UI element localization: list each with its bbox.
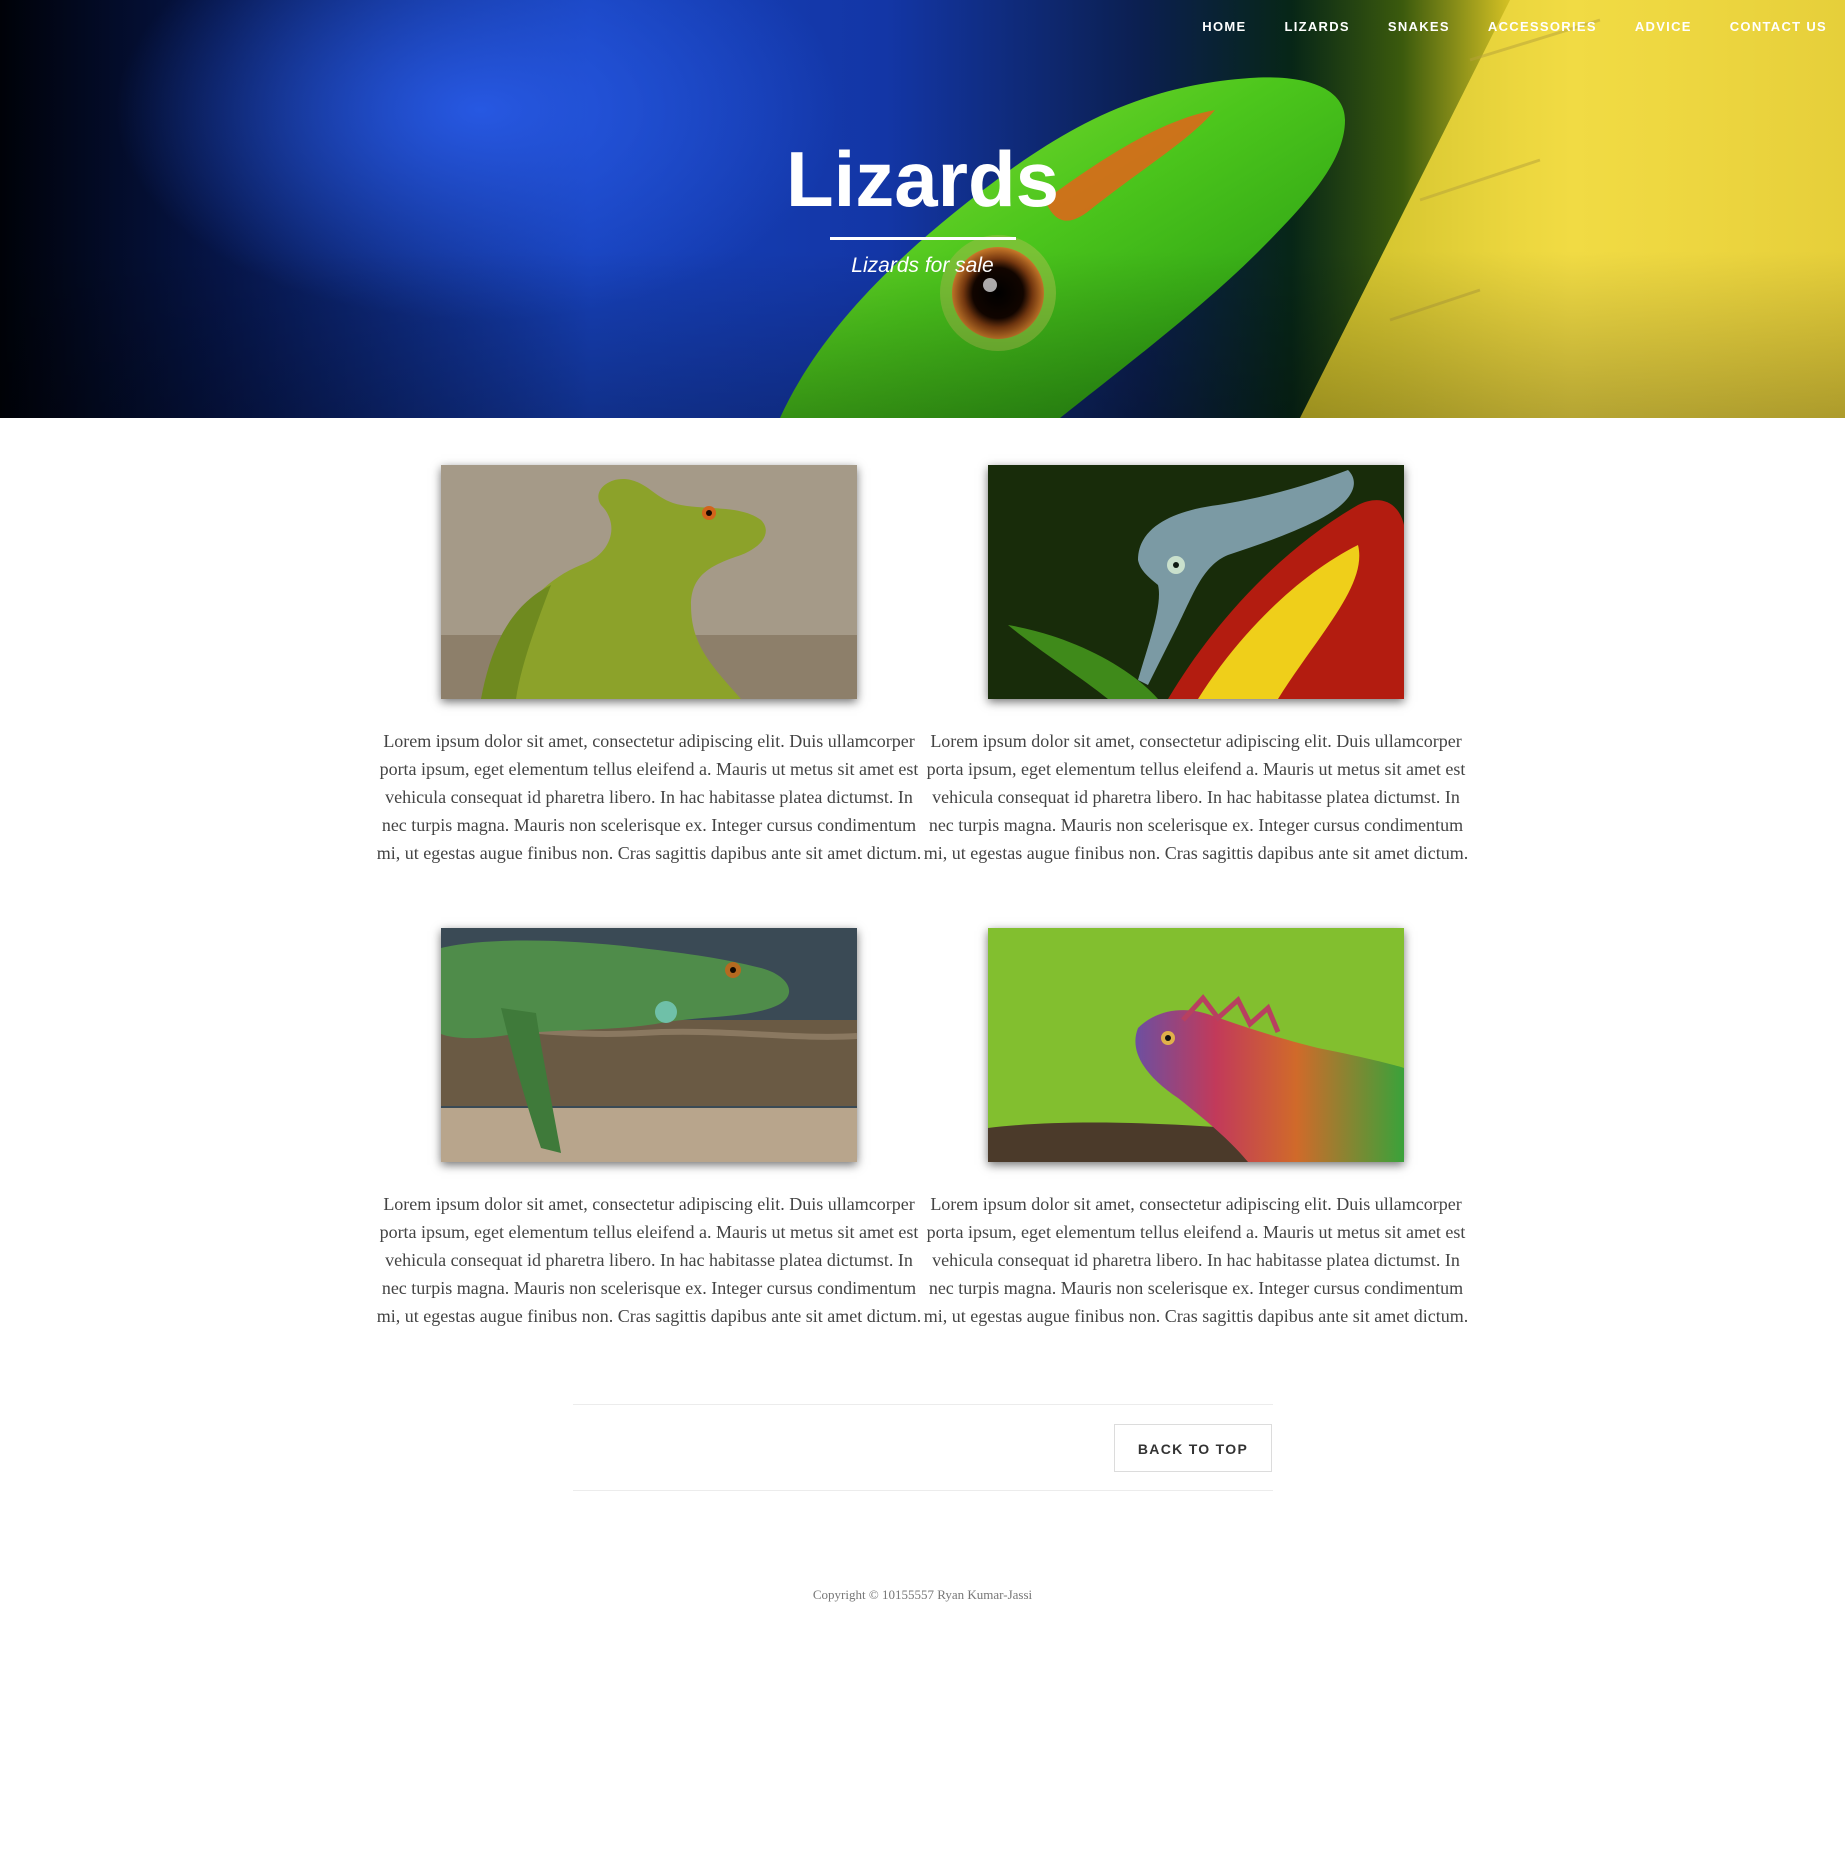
divider-top xyxy=(573,1404,1273,1405)
nav-home[interactable]: HOME xyxy=(1202,18,1246,36)
nav-accessories[interactable]: ACCESSORIES xyxy=(1488,18,1597,36)
lizard-description: Lorem ipsum dolor sit amet, consectetur … xyxy=(923,1194,1469,1326)
title-divider xyxy=(830,237,1016,240)
divider-bottom xyxy=(573,1490,1273,1491)
lizard-image-basilisk xyxy=(441,465,857,699)
nav-advice[interactable]: ADVICE xyxy=(1635,18,1692,36)
lizard-description: Lorem ipsum dolor sit amet, consectetur … xyxy=(376,1194,922,1326)
page-title: Lizards xyxy=(785,135,1060,223)
lizard-description: Lorem ipsum dolor sit amet, consectetur … xyxy=(376,731,922,863)
nav-lizards[interactable]: LIZARDS xyxy=(1284,18,1349,36)
page-subtitle: Lizards for sale xyxy=(851,254,994,277)
lizard-image-chameleon xyxy=(988,465,1404,699)
lizard-image-iguana xyxy=(441,928,857,1162)
hero-banner: HOME LIZARDS SNAKES ACCESSORIES ADVICE C… xyxy=(0,0,1845,418)
copyright-text: Copyright © 10155557 Ryan Kumar-Jassi xyxy=(812,1587,1033,1602)
back-to-top-button[interactable]: BACK TO TOP xyxy=(1114,1424,1272,1472)
lizard-image-rainbow-iguana xyxy=(988,928,1404,1162)
nav-snakes[interactable]: SNAKES xyxy=(1388,18,1450,36)
lizard-description: Lorem ipsum dolor sit amet, consectetur … xyxy=(923,731,1469,863)
main-nav: HOME LIZARDS SNAKES ACCESSORIES ADVICE C… xyxy=(1164,18,1827,36)
nav-contact-us[interactable]: CONTACT US xyxy=(1730,18,1827,36)
footer: Copyright © 10155557 Ryan Kumar-Jassi xyxy=(0,1586,1845,1604)
